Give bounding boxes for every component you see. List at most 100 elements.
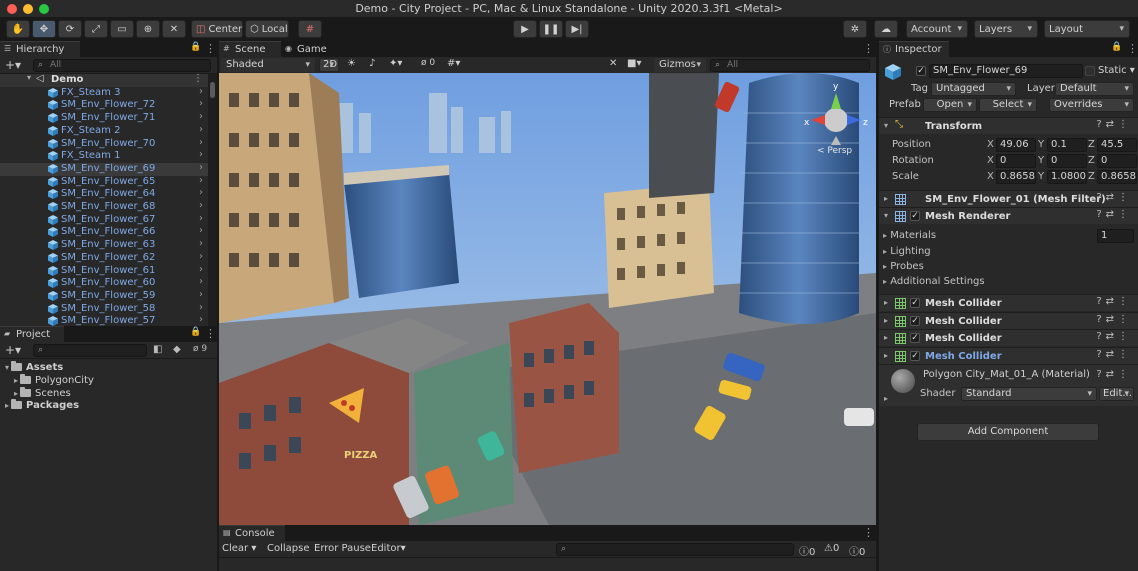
tab-game[interactable]: ◉ Game: [281, 41, 333, 57]
layout-dropdown[interactable]: Layout: [1044, 20, 1130, 38]
hierarchy-item[interactable]: SM_Env_Flower_71 ›: [0, 111, 208, 125]
error-filter-button[interactable]: ⓘ0: [849, 543, 865, 558]
axis-y-label[interactable]: Y: [1038, 139, 1044, 150]
chevron-right-icon[interactable]: ▸: [883, 231, 887, 240]
tab-console[interactable]: ▤ Console: [219, 525, 285, 541]
account-dropdown[interactable]: Account: [906, 20, 968, 38]
filter-type-icon[interactable]: ◧: [153, 344, 162, 355]
scene-viewport[interactable]: PIZZA y x z < Persp: [219, 73, 876, 525]
additional-settings-foldout[interactable]: ▸ Additional Settings: [883, 276, 985, 287]
component-header-icons[interactable]: ?⇄⋮: [1096, 209, 1132, 220]
chevron-right-icon[interactable]: ▸: [5, 401, 9, 410]
mesh-filter-header[interactable]: ▸ SM_Env_Flower_01 (Mesh Filter) ?⇄⋮: [879, 190, 1138, 207]
tools-icon[interactable]: ✕: [609, 58, 617, 69]
component-header-icons[interactable]: ?⇄⋮: [1096, 192, 1132, 203]
axis-z-label[interactable]: Z: [1088, 171, 1095, 182]
chevron-right-icon[interactable]: ›: [199, 302, 203, 313]
chevron-right-icon[interactable]: ›: [199, 238, 203, 249]
chevron-right-icon[interactable]: ›: [199, 276, 203, 287]
assets-folder[interactable]: ▾ Assets: [5, 361, 63, 373]
chevron-right-icon[interactable]: ▸: [884, 394, 888, 403]
probes-foldout[interactable]: ▸ Probes: [883, 261, 924, 272]
mesh-collider-header[interactable]: ▸ ✓ Mesh Collider ?⇄⋮: [879, 329, 1138, 346]
shader-edit-button[interactable]: Edit...: [1099, 387, 1134, 401]
position-y-field[interactable]: 0.1: [1047, 138, 1087, 152]
hidden-packages-button[interactable]: ø 9: [193, 344, 207, 354]
chevron-right-icon[interactable]: ›: [199, 314, 203, 325]
chevron-right-icon[interactable]: ›: [199, 187, 203, 198]
asset-folder-item[interactable]: ▸ PolygonCity: [14, 374, 94, 386]
panel-menu-icon[interactable]: ⋮: [863, 42, 874, 55]
axis-y-label[interactable]: Y: [1038, 155, 1044, 166]
hierarchy-item[interactable]: SM_Env_Flower_61 ›: [0, 264, 208, 278]
hand-tool-button[interactable]: ✋: [6, 20, 30, 38]
custom-tool-button[interactable]: ✕: [162, 20, 186, 38]
warning-filter-button[interactable]: ⚠0: [824, 543, 839, 554]
grid-visibility-icon[interactable]: #▾: [447, 58, 460, 69]
lighting-foldout[interactable]: ▸ Lighting: [883, 246, 931, 257]
rotation-z-field[interactable]: 0: [1097, 154, 1137, 168]
tab-inspector[interactable]: ⓘ Inspector: [879, 41, 949, 57]
rotation-y-field[interactable]: 0: [1047, 154, 1087, 168]
component-header-icons[interactable]: ?⇄⋮: [1096, 119, 1132, 130]
mesh-collider-header[interactable]: ▸ ✓ Mesh Collider ?⇄⋮: [879, 346, 1138, 364]
component-header-icons[interactable]: ?⇄⋮: [1096, 314, 1132, 325]
mesh-renderer-enabled-checkbox[interactable]: ✓: [910, 211, 920, 221]
lighting-toggle-icon[interactable]: ☀: [347, 58, 356, 69]
create-asset-button[interactable]: +▾: [5, 343, 21, 357]
pause-button[interactable]: ❚❚: [539, 20, 563, 38]
layers-dropdown[interactable]: Layers: [974, 20, 1038, 38]
rotation-x-field[interactable]: 0: [996, 154, 1036, 168]
audio-toggle-icon[interactable]: ♪: [369, 58, 375, 69]
chevron-right-icon[interactable]: ›: [199, 86, 203, 97]
layer-dropdown[interactable]: Default: [1055, 82, 1134, 96]
chevron-down-icon[interactable]: ▾: [27, 73, 31, 82]
chevron-right-icon[interactable]: ▸: [883, 262, 887, 271]
tab-hierarchy[interactable]: ☰ Hierarchy: [0, 41, 80, 57]
chevron-right-icon[interactable]: ▸: [883, 247, 887, 256]
hierarchy-item[interactable]: SM_Env_Flower_64 ›: [0, 187, 208, 201]
shading-mode-dropdown[interactable]: Shaded: [221, 58, 315, 72]
chevron-right-icon[interactable]: ▸: [884, 194, 888, 203]
hierarchy-root-row[interactable]: ▾ ◁ Demo ⋮: [0, 73, 208, 87]
project-search-input[interactable]: ⌕: [33, 344, 147, 357]
chevron-down-icon[interactable]: ▾: [5, 363, 9, 372]
scale-x-field[interactable]: 0.8658: [996, 170, 1036, 184]
chevron-right-icon[interactable]: ›: [199, 175, 203, 186]
hierarchy-search-input[interactable]: ⌕ All: [33, 59, 211, 72]
asset-folder-item[interactable]: ▸ Scenes: [14, 387, 71, 399]
prefab-open-button[interactable]: Open: [923, 98, 977, 112]
chevron-right-icon[interactable]: ›: [199, 289, 203, 300]
material-preview-sphere-icon[interactable]: [891, 369, 915, 393]
axis-z-label[interactable]: Z: [1088, 155, 1095, 166]
console-search-input[interactable]: ⌕: [556, 543, 794, 556]
chevron-right-icon[interactable]: ▸: [884, 298, 888, 307]
chevron-right-icon[interactable]: ▸: [884, 333, 888, 342]
hierarchy-item[interactable]: SM_Env_Flower_68 ›: [0, 200, 208, 214]
move-tool-button[interactable]: ✥: [32, 20, 56, 38]
chevron-right-icon[interactable]: ›: [199, 137, 203, 148]
tab-scene[interactable]: # Scene: [219, 41, 281, 57]
mesh-collider-enabled-checkbox[interactable]: ✓: [910, 333, 920, 343]
scene-menu-icon[interactable]: ⋮: [193, 73, 203, 84]
play-button[interactable]: ▶: [513, 20, 537, 38]
pivot-space-button[interactable]: ⬡ Local: [245, 20, 289, 38]
add-object-button[interactable]: +▾: [5, 58, 21, 72]
mesh-collider-header[interactable]: ▸ ✓ Mesh Collider ?⇄⋮: [879, 311, 1138, 329]
panel-menu-icon[interactable]: ⋮: [863, 526, 874, 539]
log-filter-button[interactable]: ⓘ0: [799, 543, 815, 558]
chevron-right-icon[interactable]: ›: [199, 98, 203, 109]
position-x-field[interactable]: 49.06: [996, 138, 1036, 152]
chevron-right-icon[interactable]: ›: [199, 124, 203, 135]
hierarchy-item[interactable]: FX_Steam 1 ›: [0, 149, 208, 163]
position-z-field[interactable]: 45.5: [1097, 138, 1137, 152]
hierarchy-item[interactable]: SM_Env_Flower_72 ›: [0, 98, 208, 112]
axis-x-label[interactable]: X: [987, 139, 994, 150]
clear-button[interactable]: Clear ▾: [222, 543, 256, 554]
prefab-select-button[interactable]: Select: [979, 98, 1037, 112]
toggle-2d-button[interactable]: 2D: [319, 58, 339, 72]
axis-x-label[interactable]: X: [987, 171, 994, 182]
transform-tool-button[interactable]: ⊕: [136, 20, 160, 38]
active-checkbox[interactable]: ✓: [916, 66, 926, 76]
effects-toggle-icon[interactable]: ✦▾: [389, 58, 402, 69]
